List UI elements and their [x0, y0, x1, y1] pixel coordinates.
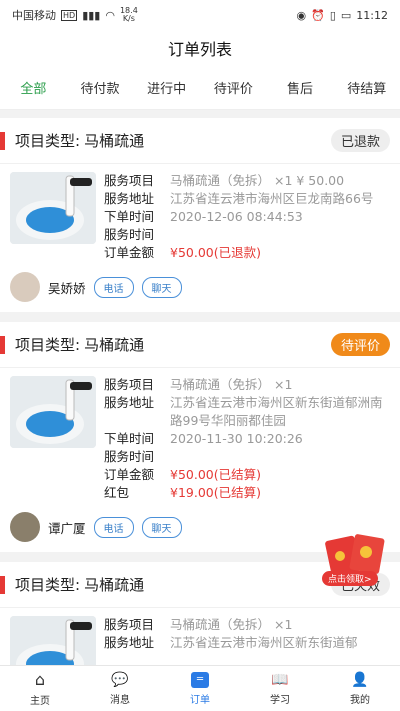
tab-pending-payment[interactable]: 待付款 [67, 70, 134, 109]
order-card-header: 项目类型: 马桶疏通 待评价 [0, 322, 400, 368]
red-packet-button[interactable]: 点击领取> [318, 530, 394, 586]
tab-pending-review[interactable]: 待评价 [200, 70, 267, 109]
avatar [10, 272, 40, 302]
type-label: 项目类型: [15, 132, 81, 150]
page-title: 订单列表 [0, 30, 400, 70]
alarm-icon: ⏰ [311, 8, 325, 22]
user-icon: 👤 [351, 671, 369, 688]
nav-label: 订单 [190, 694, 210, 706]
field-label: 红包 [104, 485, 130, 500]
chat-button[interactable]: 聊天 [141, 516, 182, 538]
nav-study[interactable]: 📖 学习 [240, 666, 320, 711]
clock: 11:12 [356, 8, 388, 22]
nav-label: 我的 [350, 694, 370, 706]
field-value: 马桶疏通（免拆） ×1 ¥ 50.00 [170, 173, 345, 188]
accent-bar [0, 335, 5, 354]
field-value: ¥19.00(已结算) [170, 485, 261, 500]
tab-all[interactable]: 全部 [0, 70, 67, 109]
nav-label: 消息 [110, 694, 130, 706]
chat-button[interactable]: 聊天 [141, 276, 182, 298]
service-image [10, 616, 96, 665]
book-icon: 📖 [271, 671, 289, 688]
field-label: 下单时间 [104, 431, 155, 446]
wifi-icon: ◠ [105, 8, 115, 22]
field-label: 服务项目 [104, 173, 155, 188]
status-bar: 中国移动 HD ▮▮▮ ◠ 18.4 K/s ◉ ⏰ ▯ ▭ 11:12 [0, 0, 400, 30]
field-label: 订单金额 [104, 467, 155, 482]
field-value: 江苏省连云港市海州区新东街道郁 [170, 635, 358, 650]
field-value: 江苏省连云港市海州区巨龙南路66号 [170, 191, 374, 206]
field-value: 马桶疏通（免拆） ×1 [170, 617, 293, 632]
order-card[interactable]: 项目类型: 马桶疏通 已退款 服务项目 马桶疏通（免拆） ×1 ¥ 50.00 服… [0, 118, 400, 312]
order-icon: ═ [191, 671, 209, 688]
nav-messages[interactable]: 💬 消息 [80, 666, 160, 711]
accent-bar [0, 575, 5, 594]
field-value: 2020-12-06 08:44:53 [170, 209, 303, 224]
nav-home[interactable]: ⌂ 主页 [0, 666, 80, 711]
net-speed: 18.4 K/s [119, 6, 138, 23]
nav-label: 主页 [30, 696, 50, 707]
phone-button[interactable]: 电话 [93, 276, 134, 298]
type-value: 马桶疏通 [84, 576, 145, 594]
order-card[interactable]: 项目类型: 马桶疏通 待评价 服务项目 马桶疏通（免拆） ×1 服务地址 江苏省连云… [0, 322, 400, 552]
tab-pending-settlement[interactable]: 待结算 [333, 70, 400, 109]
nav-label: 学习 [270, 694, 290, 706]
field-value: 马桶疏通（免拆） ×1 [170, 377, 293, 392]
field-value: 2020-11-30 10:20:26 [170, 431, 303, 446]
field-value: ¥50.00(已退款) [170, 245, 261, 260]
customer-name: 吴娇娇 [48, 280, 86, 296]
field-label: 服务时间 [104, 449, 155, 464]
type-value: 马桶疏通 [84, 336, 145, 354]
field-label: 服务项目 [104, 617, 155, 632]
field-label: 服务时间 [104, 227, 155, 242]
eye-icon: ◉ [296, 8, 307, 22]
field-label: 下单时间 [104, 209, 155, 224]
nav-orders[interactable]: ═ 订单 [160, 666, 240, 711]
signal-icon: ▮▮▮ [82, 8, 101, 22]
bottom-nav: ⌂ 主页 💬 消息 ═ 订单 📖 学习 👤 我的 [0, 665, 400, 711]
status-badge: 已退款 [330, 129, 390, 152]
status-badge: 待评价 [330, 333, 390, 356]
type-label: 项目类型: [15, 336, 81, 354]
field-label: 服务项目 [104, 377, 155, 392]
avatar [10, 512, 40, 542]
field-value: 江苏省连云港市海州区新东街道郁洲南路99号华阳丽都佳园 [170, 395, 383, 428]
tab-in-progress[interactable]: 进行中 [133, 70, 200, 109]
field-label: 订单金额 [104, 245, 155, 260]
home-icon: ⌂ [34, 670, 46, 689]
order-card-header: 项目类型: 马桶疏通 已退款 [0, 118, 400, 164]
vibrate-icon: ▯ [329, 8, 336, 22]
red-packet-label: 点击领取> [322, 571, 378, 586]
order-tabs: 全部 待付款 进行中 待评价 售后 待结算 [0, 70, 400, 110]
field-label: 服务地址 [104, 395, 155, 410]
tab-after-sales[interactable]: 售后 [267, 70, 334, 109]
service-image [10, 376, 96, 448]
type-value: 马桶疏通 [84, 132, 145, 150]
field-value: ¥50.00(已结算) [170, 467, 261, 482]
message-icon: 💬 [111, 671, 129, 688]
type-label: 项目类型: [15, 576, 81, 594]
accent-bar [0, 131, 5, 150]
service-image [10, 172, 96, 244]
phone-button[interactable]: 电话 [93, 516, 134, 538]
nav-profile[interactable]: 👤 我的 [320, 666, 400, 711]
hd-icon: HD [61, 9, 78, 21]
field-label: 服务地址 [104, 635, 155, 650]
customer-name: 谭广厦 [48, 520, 86, 536]
battery-icon: ▭ [340, 8, 352, 22]
field-label: 服务地址 [104, 191, 155, 206]
carrier-name: 中国移动 [12, 9, 56, 22]
